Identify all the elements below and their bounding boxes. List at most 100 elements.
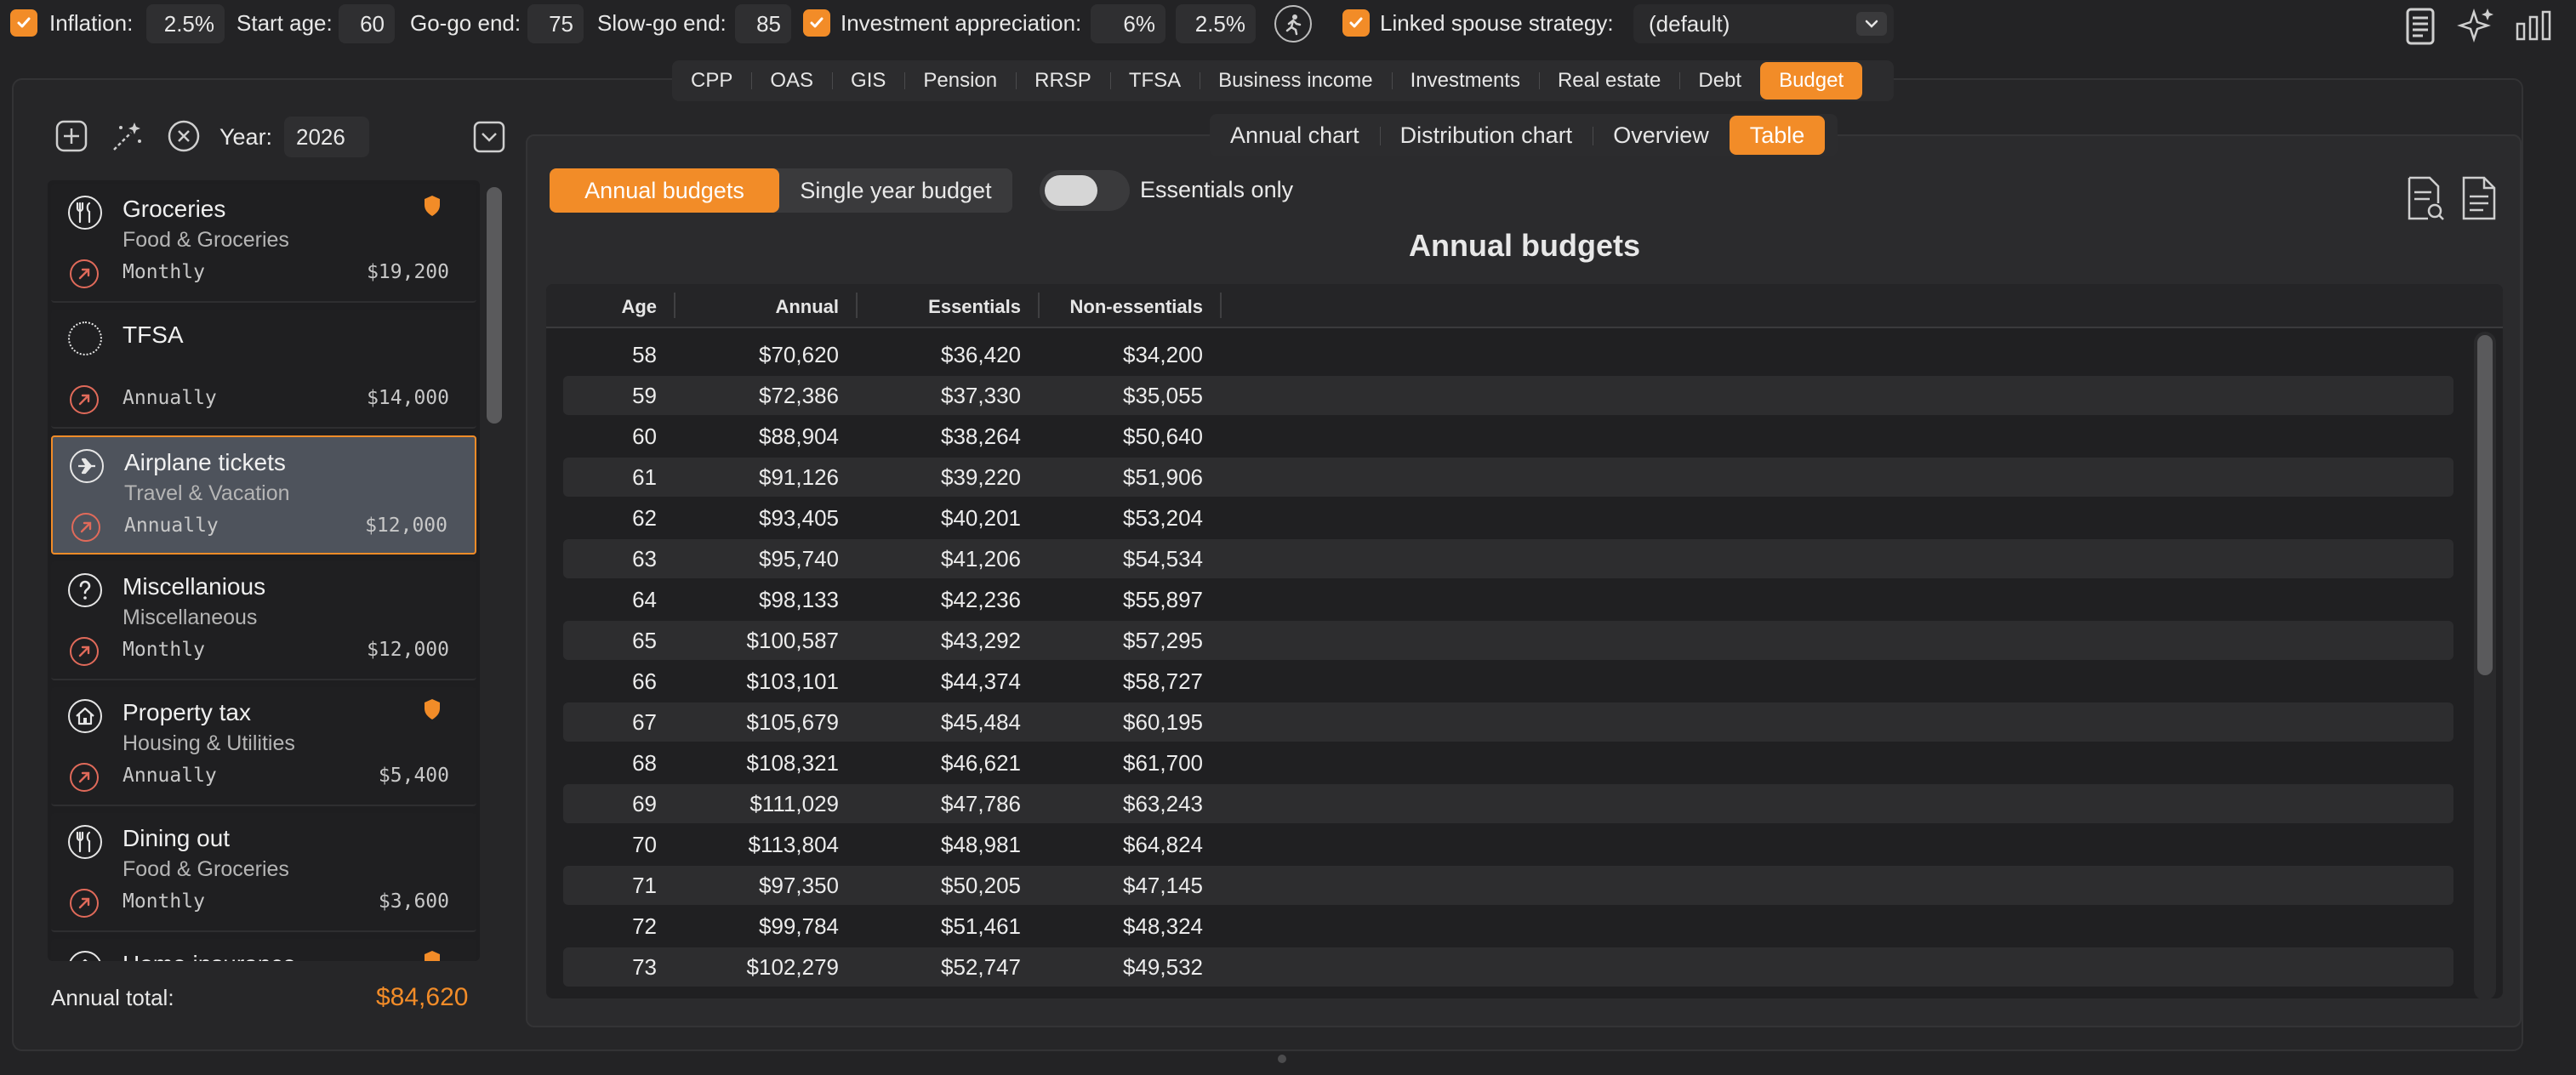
item-name: Miscellanious: [123, 573, 266, 600]
budget-list-item[interactable]: Home insurance: [51, 939, 476, 961]
segment-annual-budgets[interactable]: Annual budgets: [550, 168, 779, 213]
view-tab-distribution-chart[interactable]: Distribution chart: [1379, 116, 1593, 155]
cell-age: 69: [632, 791, 657, 816]
table-title: Annual budgets: [1409, 228, 1640, 263]
close-circle-icon[interactable]: [167, 119, 201, 157]
table-row: 68 $108,321 $46,621 $61,700: [563, 743, 2453, 782]
start-age-field[interactable]: 60: [339, 4, 395, 43]
main-tab-bar: CPP OAS GIS Pension RRSP TFSA Business income I…: [672, 60, 1894, 101]
tab-gis[interactable]: GIS: [832, 62, 904, 100]
column-divider[interactable]: [674, 293, 675, 318]
cell-annual: $105,679: [746, 709, 839, 735]
cell-non-essentials: $55,897: [1123, 587, 1203, 612]
year-field[interactable]: 2026: [284, 117, 369, 157]
document-icon[interactable]: [2460, 175, 2498, 225]
inflation-label: Inflation:: [49, 10, 134, 36]
spouse-strategy-value: (default): [1649, 10, 1730, 37]
list-scrollbar[interactable]: [487, 187, 502, 424]
tab-rrsp[interactable]: RRSP: [1016, 62, 1110, 100]
item-category: Housing & Utilities: [123, 731, 295, 755]
table-row: 69 $111,029 $47,786 $63,243: [563, 784, 2453, 823]
column-header-annual[interactable]: Annual: [691, 296, 839, 318]
budget-list-item[interactable]: Property tax Housing & Utilities Annually $…: [51, 687, 476, 806]
tab-investments[interactable]: Investments: [1391, 62, 1539, 100]
column-header-essentials[interactable]: Essentials: [869, 296, 1021, 318]
annual-total-value: $84,620: [376, 983, 469, 1011]
table-row: 64 $98,133 $42,236 $55,897: [563, 580, 2453, 619]
cell-age: 64: [632, 587, 657, 612]
trend-up-icon: [71, 513, 100, 542]
tab-oas[interactable]: OAS: [751, 62, 832, 100]
view-tab-bar: Annual chart Distribution chart Overview Ta…: [1210, 114, 1838, 156]
table-row: 60 $88,904 $38,264 $50,640: [563, 417, 2453, 456]
budget-list-item[interactable]: Miscellanious Miscellaneous Monthly $12,000: [51, 561, 476, 680]
item-frequency: Annually: [124, 515, 219, 537]
cell-age: 60: [632, 424, 657, 449]
table-row: 72 $99,784 $51,461 $48,324: [563, 907, 2453, 946]
essential-shield-icon: [422, 194, 442, 218]
cell-age: 73: [632, 954, 657, 980]
column-header-non-essentials[interactable]: Non-essentials: [1053, 296, 1204, 318]
cell-essentials: $38,264: [941, 424, 1021, 449]
item-amount: $3,600: [378, 890, 449, 913]
spouse-strategy-dropdown[interactable]: (default): [1633, 4, 1894, 43]
budget-list-item[interactable]: TFSA Annually $14,000: [51, 310, 476, 429]
column-header-age[interactable]: Age: [580, 296, 657, 318]
inflation-checkbox[interactable]: [10, 9, 37, 37]
tab-debt[interactable]: Debt: [1679, 62, 1760, 100]
cell-annual: $99,784: [759, 913, 839, 939]
tab-pension[interactable]: Pension: [904, 62, 1016, 100]
item-amount: $12,000: [365, 515, 447, 537]
segment-single-year-budget[interactable]: Single year budget: [779, 168, 1012, 213]
table-scrollbar[interactable]: [2477, 335, 2493, 675]
cell-essentials: $52,747: [941, 954, 1021, 980]
top-toolbar: Inflation: 2.5% Start age: 60 Go-go end:…: [0, 0, 2576, 49]
tab-budget[interactable]: Budget: [1760, 62, 1863, 100]
cell-annual: $108,321: [746, 750, 839, 776]
gogo-end-field[interactable]: 75: [527, 4, 584, 43]
chevron-down-icon[interactable]: [473, 121, 505, 157]
item-frequency: Annually: [123, 387, 217, 409]
slowgo-end-field[interactable]: 85: [735, 4, 791, 43]
trend-up-icon: [70, 637, 99, 666]
view-tab-overview[interactable]: Overview: [1593, 116, 1730, 155]
budget-list-item[interactable]: Dining out Food & Groceries Monthly $3,600: [51, 813, 476, 932]
tab-cpp[interactable]: CPP: [672, 62, 751, 100]
magic-wand-icon[interactable]: [109, 119, 145, 159]
add-icon[interactable]: [54, 119, 88, 157]
bar-chart-icon[interactable]: [2515, 10, 2554, 45]
investment-checkbox[interactable]: [803, 9, 830, 37]
cell-essentials: $45,484: [941, 709, 1021, 735]
budget-list-item[interactable]: Groceries Food & Groceries Monthly $19,200: [51, 184, 476, 303]
essentials-only-toggle[interactable]: [1040, 170, 1130, 211]
view-tab-annual-chart[interactable]: Annual chart: [1210, 116, 1380, 155]
trend-up-icon: [70, 889, 99, 918]
column-divider[interactable]: [1038, 293, 1040, 318]
cell-non-essentials: $48,324: [1123, 913, 1203, 939]
column-divider[interactable]: [1220, 293, 1222, 318]
item-amount: $5,400: [378, 765, 449, 787]
inflation-field[interactable]: 2.5%: [146, 4, 225, 43]
investment-return-field[interactable]: 6%: [1091, 4, 1165, 43]
spouse-strategy-checkbox[interactable]: [1342, 9, 1370, 37]
document-search-icon[interactable]: [2404, 175, 2445, 227]
cell-essentials: $44,374: [941, 668, 1021, 694]
view-tab-table[interactable]: Table: [1729, 116, 1826, 155]
cell-annual: $88,904: [759, 424, 839, 449]
running-person-icon[interactable]: [1274, 5, 1312, 43]
tab-real-estate[interactable]: Real estate: [1538, 62, 1679, 100]
budget-list-item[interactable]: Airplane tickets Travel & Vacation Annuall…: [51, 435, 476, 555]
sparkles-icon[interactable]: [2455, 5, 2498, 52]
item-frequency: Annually: [123, 765, 217, 787]
checkmark-icon: [1349, 17, 1363, 28]
report-icon[interactable]: [2404, 7, 2438, 50]
cell-essentials: $40,201: [941, 505, 1021, 531]
resize-handle[interactable]: [1278, 1055, 1286, 1063]
column-divider[interactable]: [856, 293, 858, 318]
chevron-down-icon[interactable]: [1856, 12, 1887, 36]
cell-age: 72: [632, 913, 657, 939]
tab-tfsa[interactable]: TFSA: [1109, 62, 1200, 100]
tab-business-income[interactable]: Business income: [1200, 62, 1391, 100]
investment-inflation-field[interactable]: 2.5%: [1176, 4, 1256, 43]
budget-item-list[interactable]: Groceries Food & Groceries Monthly $19,200 T…: [48, 180, 480, 961]
